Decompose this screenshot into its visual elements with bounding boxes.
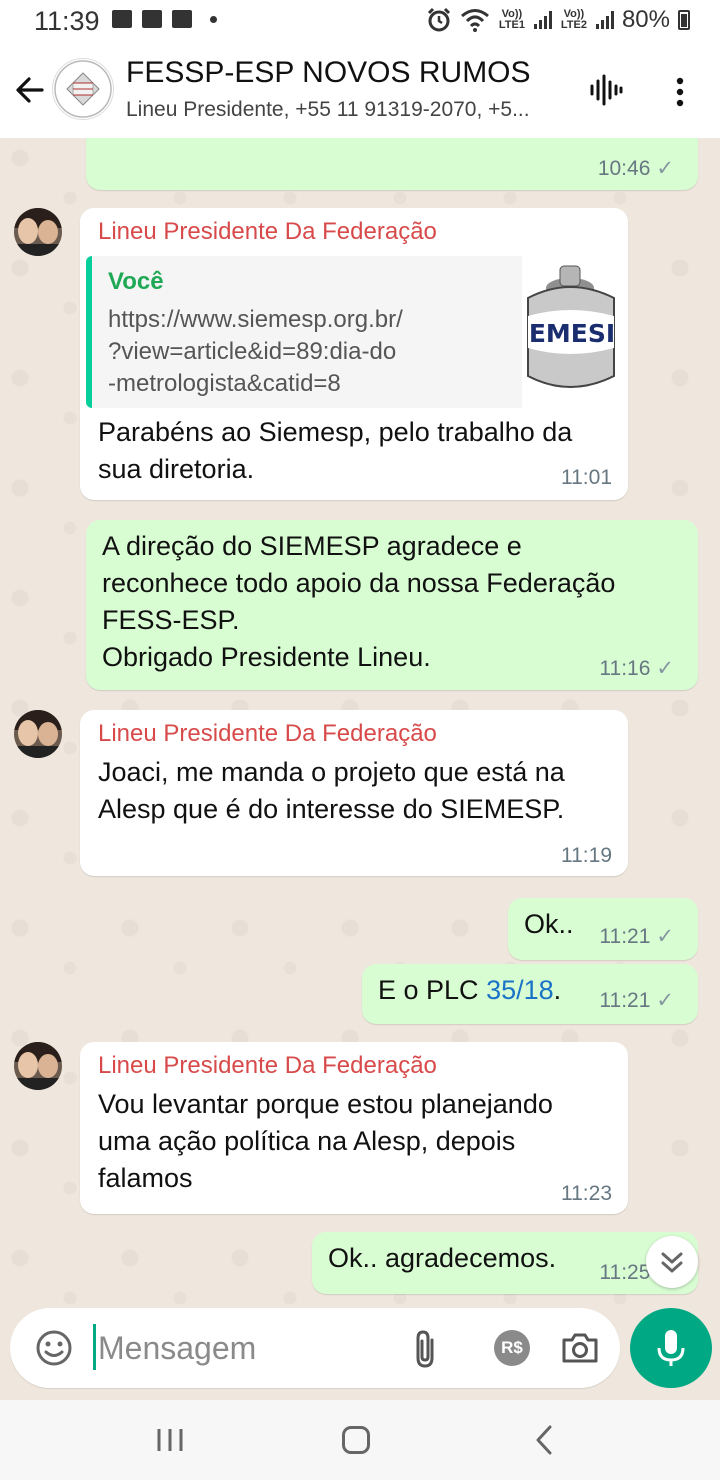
message-outgoing[interactable]: Ok.. 11:21 ✓ [508, 898, 698, 960]
signal-1-icon [533, 11, 552, 29]
message-time: 11:21 ✓ [599, 925, 674, 948]
quote-author: Você [108, 268, 164, 295]
compose-bar: R$ [0, 1308, 720, 1400]
message-text: Parabéns ao Siemesp, pelo trabalho da su… [98, 417, 573, 484]
group-logo-icon [54, 60, 112, 118]
attach-icon[interactable] [410, 1328, 440, 1370]
wifi-icon [460, 9, 489, 32]
recent-apps-icon[interactable] [156, 1428, 184, 1452]
message-time: 11:23 [561, 1182, 612, 1205]
plc-link[interactable]: 35/18 [486, 975, 554, 1005]
payment-icon[interactable]: R$ [494, 1330, 530, 1366]
text-caret [93, 1324, 96, 1370]
status-time: 11:39 [34, 6, 100, 36]
back-arrow-icon[interactable] [12, 72, 48, 108]
tick-icon: ✓ [656, 157, 674, 180]
mic-icon [657, 1330, 685, 1366]
camera-icon[interactable] [560, 1330, 600, 1366]
message-text: Joaci, me manda o projeto que está na Al… [98, 757, 565, 824]
lte2-label: Vo)) LTE2 [560, 8, 587, 31]
message-outgoing[interactable]: A direção do SIEMESP agradece e reconhec… [86, 520, 698, 690]
voice-call-icon[interactable] [588, 72, 624, 108]
sender-avatar[interactable] [14, 1042, 62, 1090]
lte1-label: Vo)) LTE1 [498, 8, 525, 31]
message-input[interactable] [98, 1326, 398, 1370]
quote-accent-bar [86, 256, 92, 408]
more-notifications-icon [210, 15, 217, 23]
message-time: 11:16 ✓ [599, 657, 674, 680]
group-avatar[interactable] [52, 58, 114, 120]
sender-name[interactable]: Lineu Presidente Da Federação [98, 1052, 437, 1080]
group-participants[interactable]: Lineu Presidente, +55 11 91319-2070, +5.… [126, 98, 566, 122]
message-outgoing[interactable]: E o PLC 35/18. 11:21 ✓ [362, 964, 698, 1024]
payment-notification-icon [142, 10, 162, 28]
tick-icon: ✓ [656, 989, 674, 1012]
message-text: E o PLC 35/18. [378, 975, 562, 1005]
quoted-message[interactable]: Você https://www.siemesp.org.br/ ?view=a… [86, 256, 622, 408]
nav-back-icon[interactable] [532, 1424, 556, 1456]
gallery-notification-icon [112, 10, 132, 28]
siemesp-logo-image: EMESI [527, 265, 615, 388]
quote-thumbnail: EMESI [522, 256, 622, 408]
message-incoming[interactable]: Lineu Presidente Da Federação Joaci, me … [80, 710, 628, 876]
signal-2-icon [595, 11, 614, 29]
sender-avatar[interactable] [14, 208, 62, 256]
group-title[interactable]: FESSP-ESP NOVOS RUMOS [126, 56, 531, 90]
sender-name[interactable]: Lineu Presidente Da Federação [98, 218, 437, 246]
battery-icon [678, 10, 690, 30]
message-text: Ok.. [524, 909, 574, 939]
quote-text: https://www.siemesp.org.br/ ?view=articl… [108, 306, 403, 397]
message-notification-icon [172, 10, 192, 28]
scroll-down-button[interactable] [646, 1236, 698, 1288]
message-text: A direção do SIEMESP agradece e reconhec… [102, 531, 616, 672]
message-outgoing[interactable]: Ok.. agradecemos. 11:25✓ [312, 1232, 698, 1294]
battery-percent: 80% [621, 6, 670, 33]
message-time: 11:21 ✓ [599, 989, 674, 1012]
system-nav-bar [0, 1400, 720, 1480]
emoji-icon[interactable] [34, 1328, 74, 1368]
tick-icon: ✓ [656, 657, 674, 680]
mic-button[interactable] [630, 1308, 712, 1388]
message-text: Vou levantar porque estou planejando uma… [98, 1089, 553, 1193]
thumbnail-logo-text: EMESI [529, 319, 615, 348]
alarm-icon [427, 7, 451, 32]
message-time: 11:19 [561, 844, 612, 867]
message-outgoing[interactable]: 10:46 ✓ [86, 138, 698, 190]
chat-header: FESSP-ESP NOVOS RUMOS Lineu Presidente, … [0, 44, 720, 138]
notification-icons [112, 10, 217, 28]
message-text: Ok.. agradecemos. [328, 1243, 557, 1273]
sender-name[interactable]: Lineu Presidente Da Federação [98, 720, 437, 748]
system-indicators: Vo)) LTE1 Vo)) LTE2 80% [426, 6, 690, 34]
menu-icon[interactable] [668, 74, 692, 110]
chat-messages[interactable]: 10:46 ✓ Lineu Presidente Da Federação Voc… [0, 138, 720, 1308]
message-incoming[interactable]: Lineu Presidente Da Federação Você https… [80, 208, 628, 500]
status-bar: 11:39 Vo)) LTE1 Vo)) LTE2 80% [0, 0, 720, 44]
scroll-down-icon [661, 1252, 683, 1273]
message-composer[interactable]: R$ [10, 1308, 620, 1388]
message-incoming[interactable]: Lineu Presidente Da Federação Vou levant… [80, 1042, 628, 1214]
message-time: 10:46 ✓ [597, 157, 674, 180]
sender-avatar[interactable] [14, 710, 62, 758]
tick-icon: ✓ [656, 925, 674, 948]
message-time: 11:01 [561, 466, 612, 489]
home-icon[interactable] [342, 1426, 370, 1454]
